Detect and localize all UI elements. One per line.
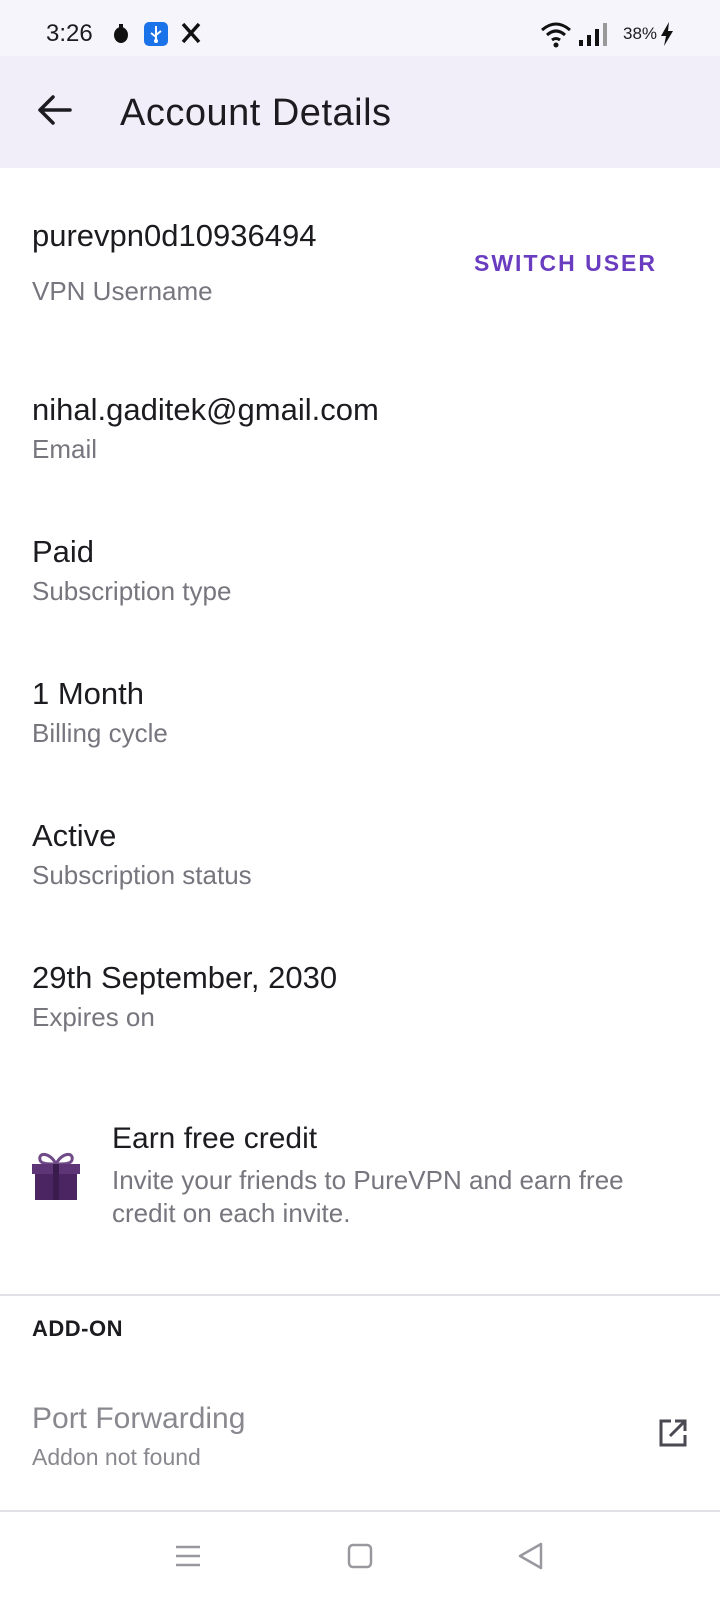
signal-icon <box>578 22 608 53</box>
expires-on-label: Expires on <box>32 1002 155 1032</box>
addon-item-port-forwarding[interactable]: Port Forwarding Addon not found <box>0 1392 720 1492</box>
notification-icon <box>113 22 129 49</box>
billing-cycle-value: 1 Month <box>32 676 145 711</box>
back-button[interactable] <box>20 78 88 146</box>
battery-percent: 38% <box>623 24 658 43</box>
charging-icon <box>660 22 674 51</box>
earn-credit-description: Invite your friends to PureVPN and earn … <box>112 1165 624 1228</box>
home-square-icon <box>347 1543 373 1574</box>
vpn-username-value: purevpn0d10936494 <box>32 218 317 253</box>
nav-back-button[interactable] <box>502 1530 558 1586</box>
status-bar: 3:26 38% <box>0 0 720 56</box>
subscription-status-value: Active <box>32 818 117 853</box>
external-link-icon <box>657 1417 689 1454</box>
x-app-icon <box>180 22 202 49</box>
email-value: nihal.gaditek@gmail.com <box>32 392 379 427</box>
subscription-type-label: Subscription type <box>32 576 232 606</box>
system-nav-bar <box>0 1514 720 1600</box>
nav-home-button[interactable] <box>332 1530 388 1586</box>
email-label: Email <box>32 434 98 464</box>
divider <box>0 1294 720 1296</box>
addon-title: Port Forwarding <box>32 1402 246 1435</box>
earn-credit-row[interactable]: Earn free credit Invite your friends to … <box>0 1112 720 1242</box>
earn-credit-title: Earn free credit <box>112 1122 318 1155</box>
switch-user-button[interactable]: SWITCH USER <box>474 250 657 277</box>
menu-icon <box>175 1544 201 1573</box>
divider <box>0 1510 720 1512</box>
subscription-type-value: Paid <box>32 534 95 569</box>
billing-cycle-label: Billing cycle <box>32 718 168 748</box>
addon-section-header: ADD-ON <box>32 1316 123 1341</box>
page-title: Account Details <box>120 92 392 134</box>
addon-status: Addon not found <box>32 1444 201 1470</box>
back-triangle-icon <box>517 1542 543 1575</box>
app-bar: Account Details <box>0 56 720 168</box>
open-external-button[interactable] <box>650 1412 696 1458</box>
expires-on-value: 29th September, 2030 <box>32 960 338 995</box>
subscription-status-label: Subscription status <box>32 860 252 890</box>
usb-icon <box>144 22 168 51</box>
vpn-username-label: VPN Username <box>32 276 213 306</box>
arrow-left-icon <box>36 94 72 131</box>
gift-icon <box>32 1150 80 1207</box>
nav-menu-button[interactable] <box>160 1530 216 1586</box>
status-time: 3:26 <box>46 20 93 47</box>
wifi-icon <box>540 22 572 53</box>
